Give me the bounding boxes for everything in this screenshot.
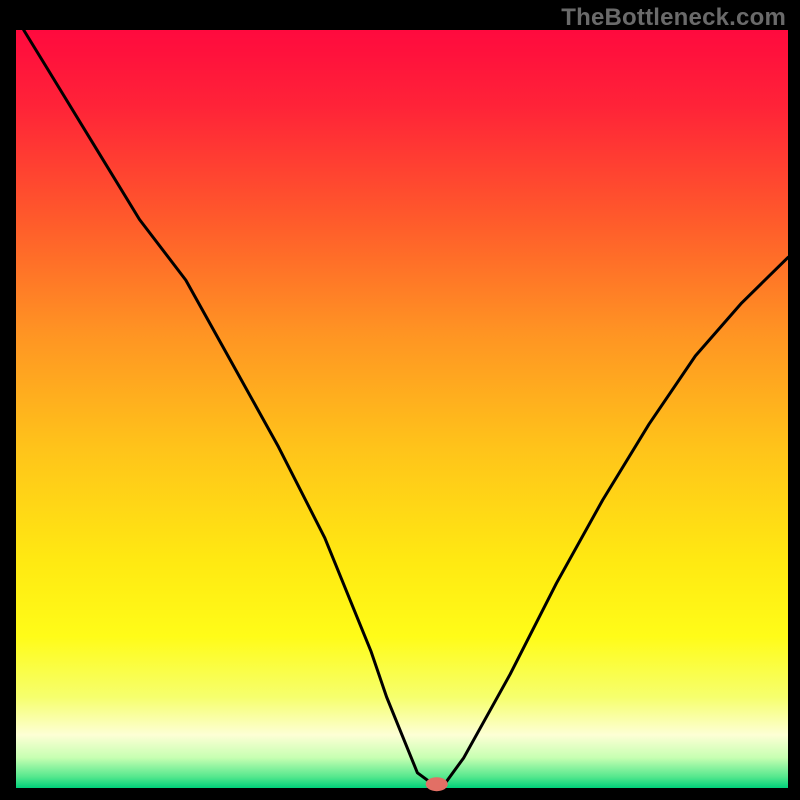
watermark-text: TheBottleneck.com — [561, 4, 786, 32]
plot-background — [16, 30, 788, 788]
chart-canvas — [0, 0, 800, 800]
bottleneck-chart: TheBottleneck.com — [0, 0, 800, 800]
optimal-point-marker — [426, 777, 448, 791]
